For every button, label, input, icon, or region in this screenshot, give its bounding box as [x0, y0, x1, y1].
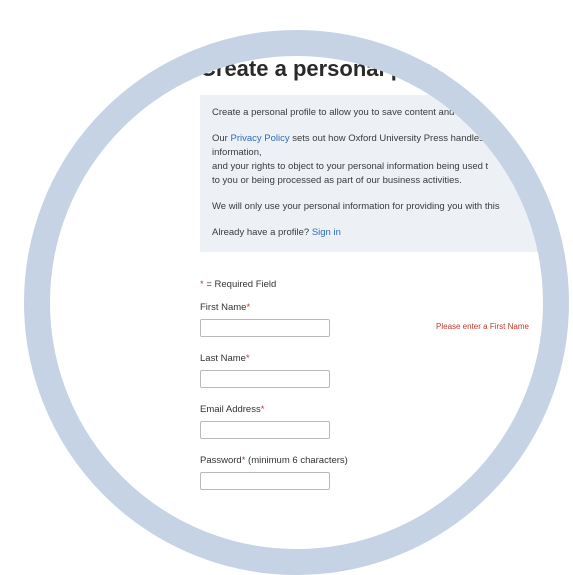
- password-hint: (minimum 6 characters): [245, 455, 348, 466]
- privacy-text: Our Privacy Policy sets out how Oxford U…: [212, 132, 569, 188]
- rights-text-1: and your rights to object to your person…: [212, 161, 489, 172]
- already-profile-text: Already have a profile? Sign in: [212, 226, 569, 240]
- intro-text: Create a personal profile to allow you t…: [212, 107, 455, 118]
- first-name-label: First Name*: [200, 302, 569, 313]
- required-field-note: * = Required Field: [200, 279, 569, 290]
- required-star: *: [260, 404, 265, 415]
- password-row: [200, 472, 569, 492]
- required-star: *: [246, 302, 251, 313]
- password-input[interactable]: [200, 472, 330, 490]
- privacy-suffix: sets out how Oxford University Press han…: [289, 133, 484, 144]
- password-label-text: Password: [200, 455, 242, 466]
- profile-form: * = Required Field First Name* Please en…: [200, 279, 569, 492]
- only-use-text: We will only use your personal informati…: [212, 201, 500, 212]
- page-title: Create a personal profile: [200, 56, 458, 81]
- sign-in-link[interactable]: Sign in: [312, 227, 341, 238]
- first-name-label-text: First Name: [200, 302, 247, 313]
- last-name-label-text: Last Name: [200, 353, 246, 364]
- required-note-text: = Required Field: [203, 279, 277, 290]
- rights-text-2: to you or being processed as part of our…: [212, 175, 462, 186]
- last-name-label: Last Name*: [200, 353, 569, 364]
- privacy-prefix: Our: [212, 133, 231, 144]
- first-name-row: Please enter a First Name: [200, 319, 569, 339]
- info-box: Create a personal profile to allow you t…: [200, 95, 569, 252]
- email-input[interactable]: [200, 421, 330, 439]
- email-row: [200, 421, 569, 441]
- last-name-input[interactable]: [200, 370, 330, 388]
- circular-viewport: Create a personal profile Create a perso…: [24, 30, 569, 575]
- first-name-error: Please enter a First Name: [436, 322, 529, 331]
- first-name-input[interactable]: [200, 319, 330, 337]
- password-label: Password* (minimum 6 characters): [200, 455, 569, 466]
- already-prefix: Already have a profile?: [212, 227, 312, 238]
- email-label-text: Email Address: [200, 404, 261, 415]
- last-name-row: [200, 370, 569, 390]
- required-star: *: [245, 353, 250, 364]
- profile-form-page: Create a personal profile Create a perso…: [200, 56, 569, 506]
- information-text: information,: [212, 147, 262, 158]
- privacy-policy-link[interactable]: Privacy Policy: [230, 133, 289, 144]
- email-label: Email Address*: [200, 404, 569, 415]
